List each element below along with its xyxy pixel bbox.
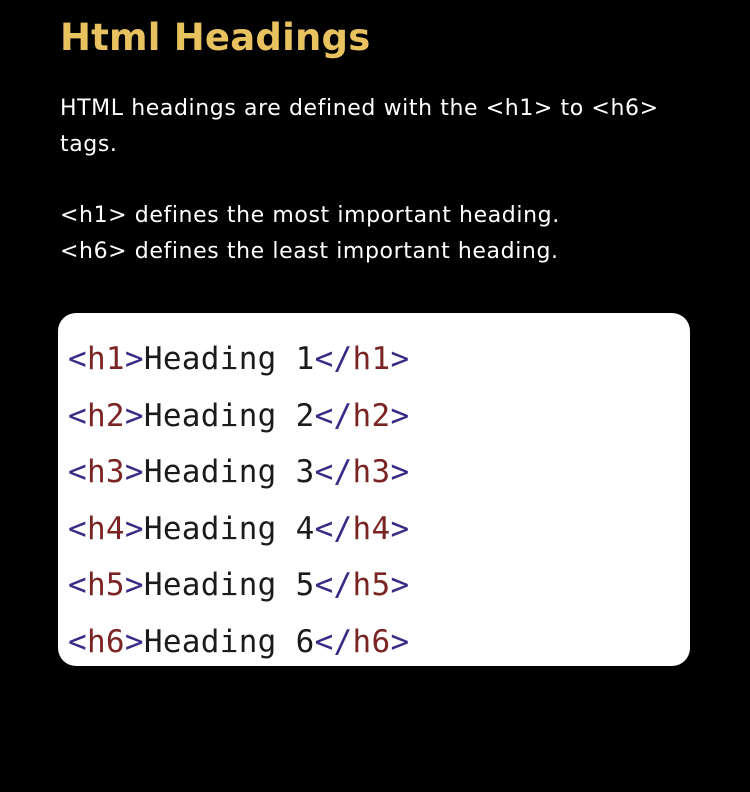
notes-paragraph: <h1> defines the most important heading.… (60, 198, 710, 270)
open-tag-name: h6 (86, 623, 125, 660)
close-tag-name: h4 (352, 510, 391, 547)
page-title: Html Headings (60, 16, 371, 59)
intro-line-1: HTML headings are defined with the <h1> … (60, 96, 659, 121)
close-tag-name: h6 (352, 623, 391, 660)
intro-paragraph: HTML headings are defined with the <h1> … (60, 91, 710, 163)
heading-text: Heading 3 (143, 454, 315, 490)
code-line: <h2>Heading 2</h2> (68, 397, 410, 434)
notes-line-1: <h1> defines the most important heading. (60, 203, 560, 228)
close-tag-name: h3 (352, 454, 391, 490)
open-tag-name: h2 (86, 397, 125, 434)
code-example-box: <h1>Heading 1</h1> <h2>Heading 2</h2> <h… (58, 313, 690, 666)
open-tag-name: h1 (86, 341, 125, 377)
close-tag-name: h2 (352, 397, 391, 434)
close-tag-name: h5 (352, 567, 391, 603)
heading-text: Heading 6 (143, 623, 315, 660)
intro-line-2: tags. (60, 132, 118, 157)
page: Html Headings HTML headings are defined … (0, 0, 750, 792)
code-line: <h3>Heading 3</h3> (68, 454, 410, 490)
heading-text: Heading 1 (143, 341, 315, 377)
open-tag-name: h3 (86, 454, 125, 490)
code-line: <h5>Heading 5</h5> (68, 567, 410, 603)
close-tag-name: h1 (352, 341, 391, 377)
open-tag-name: h5 (86, 567, 125, 603)
heading-text: Heading 5 (143, 567, 315, 603)
heading-text: Heading 2 (143, 397, 315, 434)
notes-line-2: <h6> defines the least important heading… (60, 239, 559, 264)
heading-text: Heading 4 (143, 510, 315, 547)
code-line: <h4>Heading 4</h4> (68, 510, 410, 547)
code-line: <h6>Heading 6</h6> (68, 623, 410, 660)
code-line: <h1>Heading 1</h1> (68, 341, 410, 377)
open-tag-name: h4 (86, 510, 125, 547)
